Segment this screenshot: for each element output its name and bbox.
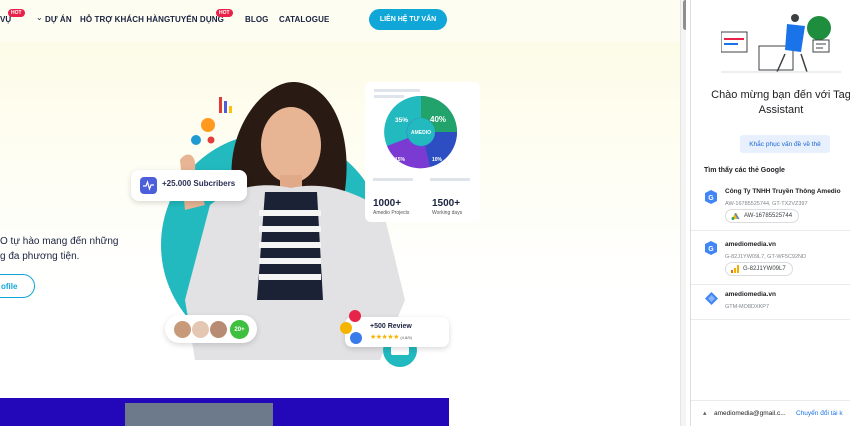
google-tag-icon: G [705, 241, 717, 255]
card-shape [812, 39, 830, 53]
website-viewport: VỤ HOT ⌄ DỰ ÁN HỖ TRỢ KHÁCH HÀNG TUYỂN D… [0, 0, 686, 426]
tag-id-chip-label: G-82J1YW09L7 [743, 266, 786, 272]
activity-icon [140, 177, 157, 194]
person-body-shape [785, 24, 805, 52]
nav-item-support[interactable]: HỖ TRỢ KHÁCH HÀNG [80, 15, 170, 24]
welcome-illustration [721, 14, 841, 73]
card-line-shape [373, 178, 413, 181]
donut-center-label: AMEDIO [411, 130, 431, 136]
nav-item-careers[interactable]: TUYỂN DỤNG [170, 15, 224, 24]
tag-id-chip-label: AW-16785525744 [744, 213, 793, 219]
nav-item-catalogue[interactable]: CATALOGUE [279, 15, 329, 24]
page-scrollbar[interactable] [680, 0, 686, 426]
bar-mark-shape [224, 101, 227, 113]
stars-icon: ★★★★★ [370, 334, 399, 341]
green-circle-shape [807, 16, 831, 40]
window-line-shape [724, 43, 738, 45]
working-days-stat-label: Working days [432, 210, 463, 216]
welcome-title: Chào mừng bạn đến với Tag Assistant [711, 89, 850, 116]
stripe-shape [259, 210, 321, 216]
face-shape [261, 107, 321, 183]
review-score: (4.8/5) [400, 335, 412, 340]
contact-button[interactable]: LIÊN HỆ TƯ VẤN [369, 9, 447, 30]
reaction-icons [340, 310, 362, 344]
tag-manager-icon [705, 292, 718, 305]
account-email: amediomedia@gmail.c... [714, 410, 786, 417]
switch-account-link[interactable]: Chuyển đổi tài k [796, 410, 843, 417]
stripe-shape [259, 258, 321, 264]
person-head-shape [791, 14, 799, 22]
like-icon [350, 332, 362, 344]
hot-badge: HOT [216, 9, 233, 17]
review-card: +500 Review ★★★★★ (4.8/5) [340, 310, 449, 347]
next-section-photo [125, 403, 273, 426]
donut-pct-label: 10% [432, 157, 443, 163]
divider [691, 230, 850, 231]
divider [691, 284, 850, 285]
card-line-shape [374, 89, 420, 92]
donut-pct-label: 40% [430, 115, 446, 124]
bar-mark-shape [219, 97, 222, 113]
tag-ids: AW-16785525744, GT-TX2VZ397 [725, 201, 808, 207]
avatars-card: 20+ [165, 315, 257, 343]
browser-window-shape [721, 31, 748, 53]
working-days-stat-value: 1500+ [432, 198, 461, 209]
found-tags-title: Tìm thấy các thẻ Google [704, 167, 785, 174]
wow-emoji-icon [340, 322, 352, 334]
star-rating: ★★★★★ (4.8/5) [370, 333, 412, 341]
bar-mark-shape [229, 106, 232, 113]
avatar [191, 320, 210, 339]
google-tag-icon: G [705, 190, 717, 204]
profile-button-label: ofile [1, 281, 18, 291]
google-analytics-icon [731, 265, 739, 273]
google-ads-icon [731, 213, 740, 220]
stripe-shape [259, 226, 321, 232]
account-icon: ▴ [703, 410, 707, 417]
svg-text:G: G [708, 246, 714, 253]
profile-button[interactable]: ofile [0, 274, 35, 298]
card-line-shape [430, 178, 470, 181]
tag-id-chip[interactable]: AW-16785525744 [725, 209, 800, 223]
scrollbar-thumb[interactable] [683, 0, 686, 30]
nav-item-projects[interactable]: DỰ ÁN [45, 15, 72, 24]
window-line-shape [724, 38, 744, 40]
subscribers-count: +25.000 Subcribers [162, 179, 236, 188]
tag-ids: GTM-MO8DXKP7 [725, 304, 770, 310]
orange-dot-shape [201, 118, 215, 132]
troubleshoot-button[interactable]: Khắc phục vấn đề về thẻ [740, 135, 830, 153]
tag-id-chip[interactable]: G-82J1YW09L7 [725, 262, 793, 276]
card-line-shape [374, 95, 404, 98]
review-count: +500 Review [370, 323, 412, 330]
site-navigation: VỤ HOT ⌄ DỰ ÁN HỖ TRỢ KHÁCH HÀNG TUYỂN D… [0, 0, 686, 40]
chevron-down-icon[interactable]: ⌄ [36, 13, 43, 22]
avatars-more-badge: 20+ [230, 320, 249, 339]
projects-stat-label: Amedio Projects [373, 210, 410, 216]
tag-name: amediomedia.vn [725, 291, 776, 298]
tag-assistant-panel: Chào mừng bạn đến với Tag Assistant Khắc… [690, 0, 850, 426]
tag-name: Công Ty TNHH Truyền Thông Amedio [725, 188, 841, 195]
subscribers-card: +25.000 Subcribers [131, 170, 247, 201]
donut-pct-label: 35% [395, 117, 408, 124]
blue-dot-shape [191, 135, 201, 145]
avatar [173, 320, 192, 339]
svg-text:G: G [708, 195, 714, 202]
donut-pct-label: 15% [395, 157, 406, 163]
divider [691, 319, 850, 320]
avatar [209, 320, 228, 339]
hero-text-line-1: O tự hào mang đến những [0, 236, 119, 247]
nav-item-blog[interactable]: BLOG [245, 15, 269, 24]
projects-stat-value: 1000+ [373, 198, 402, 209]
red-dot-shape [207, 136, 215, 144]
tag-ids: G-82J1YW09L7, GT-WF5C92ND [725, 254, 806, 260]
stripe-shape [259, 242, 321, 248]
tag-name: amediomedia.vn [725, 241, 776, 248]
heart-icon [349, 310, 361, 322]
hero-text-line-2: g đa phương tiện. [0, 251, 80, 262]
hot-badge: HOT [8, 9, 25, 17]
stripe-shape [259, 274, 321, 280]
panel-footer: ▴ amediomedia@gmail.c... Chuyển đổi tài … [691, 400, 850, 426]
